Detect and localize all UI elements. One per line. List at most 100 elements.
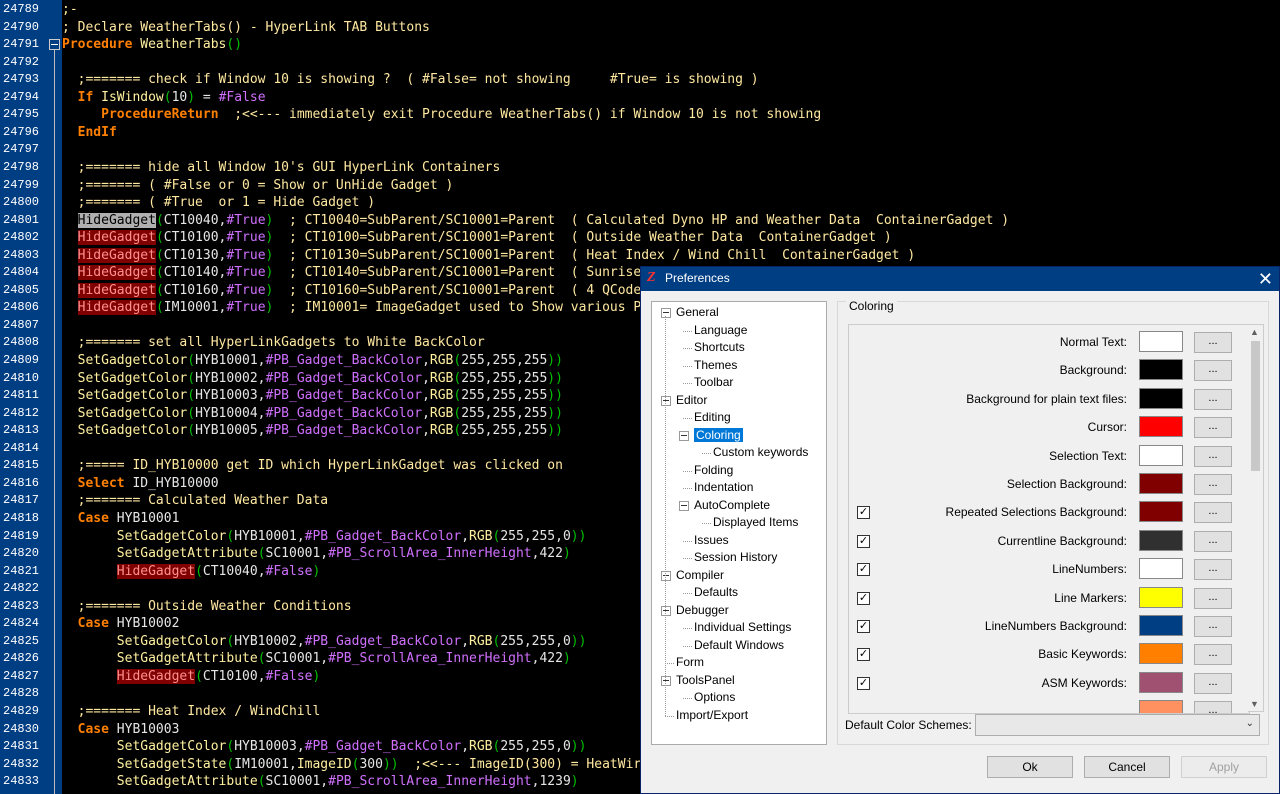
code-line[interactable]: HideGadget(CT10130,#True) ; CT10130=SubP… <box>62 247 915 265</box>
code-line[interactable]: HideGadget(CT10040,#True) ; CT10040=SubP… <box>62 212 1009 230</box>
collapse-icon[interactable] <box>661 570 671 581</box>
color-schemes-dropdown[interactable]: ⌄ <box>975 714 1260 736</box>
code-line[interactable]: Case HYB10002 <box>62 615 180 633</box>
code-line[interactable]: ;======= hide all Window 10's GUI HyperL… <box>62 159 501 177</box>
pick-color-button[interactable]: ... <box>1194 445 1232 467</box>
pick-color-button[interactable]: ... <box>1194 616 1232 637</box>
code-line[interactable]: SetGadgetColor(HYB10002,#PB_Gadget_BackC… <box>62 633 587 651</box>
tree-item-session-history[interactable]: Session History <box>694 549 777 566</box>
collapse-icon[interactable] <box>679 430 689 441</box>
tree-item-displayed-items[interactable]: Displayed Items <box>713 514 798 531</box>
pick-color-button[interactable]: ... <box>1194 672 1232 694</box>
code-line[interactable]: ; Declare WeatherTabs() - HyperLink TAB … <box>62 19 430 37</box>
pick-color-button[interactable]: ... <box>1194 559 1232 581</box>
code-line[interactable]: ;======= ( #False or 0 = Show or UnHide … <box>62 177 454 195</box>
tree-item-defaults[interactable]: Defaults <box>694 584 738 601</box>
pick-color-button[interactable]: ... <box>1194 502 1232 524</box>
code-line[interactable]: HideGadget(IM10001,#True) ; IM10001= Ima… <box>62 299 641 317</box>
enable-checkbox[interactable]: ✓ <box>857 648 870 662</box>
tree-item-shortcuts[interactable]: Shortcuts <box>694 339 745 356</box>
code-line[interactable]: ;======= check if Window 10 is showing ?… <box>62 71 759 89</box>
dialog-titlebar[interactable]: Z Preferences ✕ <box>641 267 1279 291</box>
code-line[interactable]: ;======= Outside Weather Conditions <box>62 598 352 616</box>
code-line[interactable]: SetGadgetColor(HYB10001,#PB_Gadget_BackC… <box>62 528 587 546</box>
code-line[interactable]: HideGadget(CT10040,#False) <box>62 563 320 581</box>
collapse-icon[interactable] <box>679 500 689 511</box>
tree-item-form[interactable]: Form <box>676 654 704 671</box>
pick-color-button[interactable]: ... <box>1194 360 1232 382</box>
tree-item-toolspanel[interactable]: ToolsPanel <box>676 672 735 689</box>
code-line[interactable]: HideGadget(CT10100,#True) ; CT10100=SubP… <box>62 229 892 247</box>
code-line[interactable]: ;======= Calculated Weather Data <box>62 492 328 510</box>
pick-color-button[interactable]: ... <box>1194 701 1232 713</box>
tree-item-import-export[interactable]: Import/Export <box>676 707 748 724</box>
code-line[interactable]: SetGadgetAttribute(SC10001,#PB_ScrollAre… <box>62 650 571 668</box>
color-list-scrollbar[interactable]: ▲ ▼ <box>1248 324 1264 712</box>
tree-item-editor[interactable]: Editor <box>676 392 707 409</box>
collapse-icon[interactable] <box>661 308 671 318</box>
code-line[interactable]: SetGadgetColor(HYB10002,#PB_Gadget_BackC… <box>62 370 563 388</box>
code-line[interactable]: ;- <box>62 1 78 19</box>
code-line[interactable]: Case HYB10001 <box>62 510 180 528</box>
tree-item-indentation[interactable]: Indentation <box>694 479 753 496</box>
code-line[interactable]: Select ID_HYB10000 <box>62 475 219 493</box>
code-line[interactable]: SetGadgetColor(HYB10004,#PB_Gadget_BackC… <box>62 405 563 423</box>
scroll-up-icon[interactable]: ▲ <box>1250 327 1259 337</box>
tree-item-custom-keywords[interactable]: Custom keywords <box>713 444 808 461</box>
tree-item-themes[interactable]: Themes <box>694 357 737 374</box>
code-line[interactable]: Procedure WeatherTabs() <box>62 36 242 54</box>
tree-item-editing[interactable]: Editing <box>694 409 731 426</box>
collapse-icon[interactable] <box>661 605 671 616</box>
code-line[interactable]: SetGadgetState(IM10001,ImageID(300)) ;<<… <box>62 756 641 774</box>
code-line[interactable]: If IsWindow(10) = #False <box>62 89 266 107</box>
tree-item-general[interactable]: General <box>676 304 719 321</box>
preferences-tree[interactable]: General Language Shortcuts Themes Toolbar Edi… <box>651 301 827 745</box>
code-line[interactable]: Case HYB10003 <box>62 721 180 739</box>
enable-checkbox[interactable]: ✓ <box>857 620 870 633</box>
code-line[interactable]: SetGadgetAttribute(SC10001,#PB_ScrollAre… <box>62 545 571 563</box>
code-line[interactable]: SetGadgetAttribute(SC10001,#PB_ScrollAre… <box>62 773 579 791</box>
code-line[interactable]: SetGadgetColor(HYB10003,#PB_Gadget_BackC… <box>62 387 563 405</box>
pick-color-button[interactable]: ... <box>1194 530 1232 552</box>
enable-checkbox[interactable]: ✓ <box>857 591 870 605</box>
code-line[interactable]: ProcedureReturn ;<<--- immediately exit … <box>62 106 821 124</box>
enable-checkbox[interactable]: ✓ <box>857 676 870 690</box>
pick-color-button[interactable]: ... <box>1194 388 1232 410</box>
tree-item-language[interactable]: Language <box>694 322 747 339</box>
pick-color-button[interactable]: ... <box>1194 417 1232 439</box>
code-line[interactable]: SetGadgetColor(HYB10003,#PB_Gadget_BackC… <box>62 738 587 756</box>
enable-checkbox[interactable]: ✓ <box>857 506 870 520</box>
pick-color-button[interactable]: ... <box>1194 332 1232 353</box>
code-line[interactable]: ;======= Heat Index / WindChill <box>62 703 321 721</box>
enable-checkbox[interactable]: ✓ <box>857 563 870 577</box>
fold-collapse-icon[interactable] <box>49 39 60 50</box>
code-line[interactable]: SetGadgetColor(HYB10001,#PB_Gadget_BackC… <box>62 352 563 370</box>
code-line[interactable]: ;======= set all HyperLinkGadgets to Whi… <box>62 334 485 352</box>
code-line[interactable]: ;===== ID_HYB10000 get ID which HyperLin… <box>62 457 563 475</box>
code-line[interactable]: HideGadget(CT10160,#True) ; CT10160=SubP… <box>62 282 641 300</box>
scroll-down-icon[interactable]: ▼ <box>1250 699 1259 709</box>
tree-item-coloring[interactable]: Coloring <box>694 427 743 444</box>
cancel-button[interactable]: Cancel <box>1084 756 1170 778</box>
tree-item-toolbar[interactable]: Toolbar <box>694 374 733 391</box>
tree-item-debugger[interactable]: Debugger <box>676 602 729 619</box>
tree-item-folding[interactable]: Folding <box>694 462 733 479</box>
apply-button[interactable]: Apply <box>1181 756 1267 778</box>
code-line[interactable]: SetGadgetColor(HYB10005,#PB_Gadget_BackC… <box>62 422 563 440</box>
code-line[interactable]: ;======= ( #True or 1 = Hide Gadget ) <box>62 194 375 212</box>
enable-checkbox[interactable]: ✓ <box>857 534 870 548</box>
tree-item-compiler[interactable]: Compiler <box>676 567 724 584</box>
collapse-icon[interactable] <box>661 675 671 686</box>
tree-item-autocomplete[interactable]: AutoComplete <box>694 497 770 514</box>
scroll-thumb[interactable] <box>1251 341 1260 471</box>
close-icon[interactable]: ✕ <box>1258 268 1273 290</box>
tree-item-individual-settings[interactable]: Individual Settings <box>694 619 791 636</box>
ok-button[interactable]: Ok <box>987 756 1073 778</box>
collapse-icon[interactable] <box>661 395 671 406</box>
code-line[interactable]: EndIf <box>62 124 117 142</box>
pick-color-button[interactable]: ... <box>1194 474 1232 495</box>
tree-item-default-windows[interactable]: Default Windows <box>694 637 784 654</box>
tree-item-issues[interactable]: Issues <box>694 532 729 549</box>
code-line[interactable]: HideGadget(CT10140,#True) ; CT10140=SubP… <box>62 264 641 282</box>
code-line[interactable]: HideGadget(CT10100,#False) <box>62 668 320 686</box>
